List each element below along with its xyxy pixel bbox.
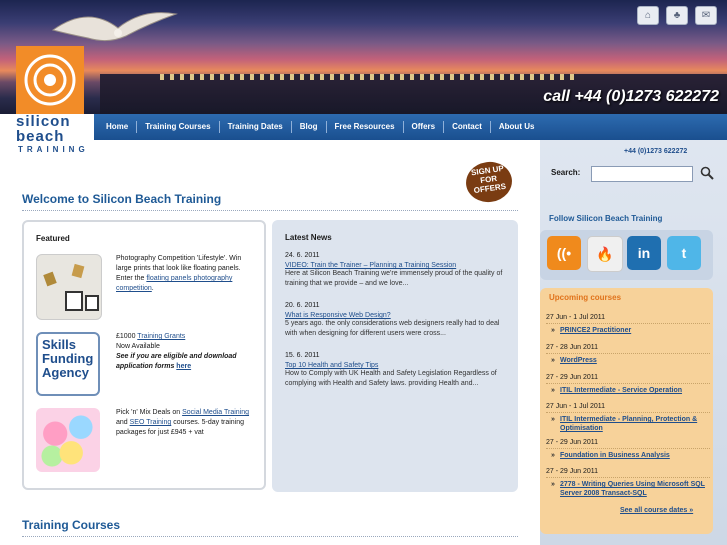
featured-item-1-suffix: .: [151, 285, 154, 292]
course-link[interactable]: WordPress: [546, 356, 710, 365]
course-item: 27 - 28 Jun 2011 WordPress: [546, 344, 710, 365]
photography-thumb[interactable]: [36, 254, 102, 320]
page-title: Welcome to Silicon Beach Training: [22, 192, 518, 211]
course-link[interactable]: PRINCE2 Practitioner: [546, 326, 710, 335]
course-date: 27 - 29 Jun 2011: [546, 439, 710, 449]
news-excerpt: How to Comply with UK Health and Safety …: [285, 370, 497, 387]
news-date: 24. 6. 2011: [285, 252, 320, 259]
news-item: 15. 6. 2011 Top 10 Health and Safety Tip…: [285, 352, 507, 389]
course-date: 27 - 29 Jun 2011: [546, 374, 710, 384]
news-link[interactable]: VIDEO: Train the Trainer – Planning a Tr…: [285, 262, 507, 269]
news-item: 24. 6. 2011 VIDEO: Train the Trainer – P…: [285, 252, 507, 289]
course-item: 27 - 29 Jun 2011 2778 - Writing Queries …: [546, 468, 710, 498]
course-link[interactable]: Foundation in Business Analysis: [546, 451, 710, 460]
grants-line2: Now Available: [116, 343, 160, 350]
featured-item-1: Photography Competition 'Lifestyle'. Win…: [116, 254, 256, 294]
course-link[interactable]: 2778 - Writing Queries Using Microsoft S…: [546, 480, 710, 498]
sidebar-phone: +44 (0)1273 622272: [624, 148, 688, 155]
nav-item-home[interactable]: Home: [98, 121, 138, 133]
phone-banner: call +44 (0)1273 622272: [543, 88, 719, 105]
social-media-training-link[interactable]: Social Media Training: [182, 409, 249, 416]
course-link[interactable]: ITIL Intermediate - Planning, Protection…: [546, 415, 710, 433]
nav-item-contact[interactable]: Contact: [444, 121, 491, 133]
course-item: 27 - 29 Jun 2011 Foundation in Business …: [546, 439, 710, 460]
see-all-course-dates-link[interactable]: See all course dates »: [620, 507, 693, 514]
featured-item-3: Pick 'n' Mix Deals on Social Media Train…: [116, 408, 256, 438]
pier-lights: [160, 74, 580, 80]
sweets-thumb[interactable]: [36, 408, 100, 472]
course-date: 27 - 29 Jun 2011: [546, 468, 710, 478]
course-date: 27 Jun - 1 Jul 2011: [546, 314, 710, 324]
search-icon[interactable]: [700, 166, 714, 180]
deals-and: and: [116, 419, 130, 426]
search-label: Search:: [551, 168, 581, 177]
news-date: 20. 6. 2011: [285, 302, 320, 309]
course-item: 27 Jun - 1 Jul 2011 PRINCE2 Practitioner: [546, 314, 710, 335]
linkedin-icon[interactable]: in: [627, 236, 661, 270]
course-item: 27 - 29 Jun 2011 ITIL Intermediate - Ser…: [546, 374, 710, 395]
course-date: 27 - 28 Jun 2011: [546, 344, 710, 354]
upcoming-title: Upcoming courses: [549, 293, 622, 302]
nav-item-offers[interactable]: Offers: [404, 121, 445, 133]
grants-here-link[interactable]: here: [176, 363, 191, 370]
grants-prefix: £1000: [116, 333, 138, 340]
news-excerpt: Here at Silicon Beach Training we're imm…: [285, 270, 503, 287]
news-link[interactable]: Top 10 Health and Safety Tips: [285, 362, 507, 369]
latest-news-panel: Latest News 24. 6. 2011 VIDEO: Train the…: [272, 220, 518, 492]
sfa-line-1: Skills: [42, 337, 76, 352]
nav-item-training-courses[interactable]: Training Courses: [137, 121, 220, 133]
training-grants-link[interactable]: Training Grants: [137, 333, 185, 340]
featured-item-2: £1000 Training Grants Now Available See …: [116, 332, 256, 372]
course-link[interactable]: ITIL Intermediate - Service Operation: [546, 386, 710, 395]
logo-line-silicon: silicon: [16, 113, 71, 130]
news-link[interactable]: What is Responsive Web Design?: [285, 312, 507, 319]
twitter-icon[interactable]: t: [667, 236, 701, 270]
follow-title: Follow Silicon Beach Training: [549, 214, 663, 223]
nav-item-about-us[interactable]: About Us: [491, 121, 543, 133]
sitemap-icon[interactable]: ♣: [666, 6, 688, 25]
news-excerpt: 5 years ago. the only considerations web…: [285, 320, 500, 337]
rss-icon[interactable]: ((•: [547, 236, 581, 270]
home-icon[interactable]: ⌂: [637, 6, 659, 25]
logo-line-training: TRAINING: [18, 145, 89, 154]
logo-text[interactable]: silicon beach: [16, 114, 86, 144]
search-input[interactable]: [591, 166, 693, 182]
sfa-line-3: Agency: [42, 365, 89, 380]
news-title: Latest News: [285, 233, 332, 242]
skills-funding-agency-thumb[interactable]: Skills Funding Agency: [36, 332, 100, 396]
training-courses-title: Training Courses: [22, 518, 518, 537]
deals-prefix: Pick 'n' Mix Deals on: [116, 409, 183, 416]
news-item: 20. 6. 2011 What is Responsive Web Desig…: [285, 302, 507, 339]
feedburner-icon[interactable]: 🔥: [587, 236, 623, 272]
featured-panel: Featured Photography Competition 'Lifest…: [22, 220, 266, 490]
contact-icon[interactable]: ✉: [695, 6, 717, 25]
main-nav: Home Training Courses Training Dates Blo…: [94, 114, 727, 140]
nav-item-blog[interactable]: Blog: [292, 121, 327, 133]
featured-title: Featured: [36, 234, 70, 243]
nav-item-training-dates[interactable]: Training Dates: [220, 121, 292, 133]
nav-item-free-resources[interactable]: Free Resources: [327, 121, 404, 133]
logo-line-beach: beach: [16, 128, 65, 145]
header-banner: call +44 (0)1273 622272 ⌂ ♣ ✉: [0, 0, 727, 114]
logo-mark[interactable]: [16, 46, 84, 114]
seo-training-link[interactable]: SEO Training: [130, 419, 172, 426]
course-item: 27 Jun - 1 Jul 2011 ITIL Intermediate - …: [546, 403, 710, 433]
course-date: 27 Jun - 1 Jul 2011: [546, 403, 710, 413]
news-date: 15. 6. 2011: [285, 352, 320, 359]
sfa-line-2: Funding: [42, 351, 94, 366]
